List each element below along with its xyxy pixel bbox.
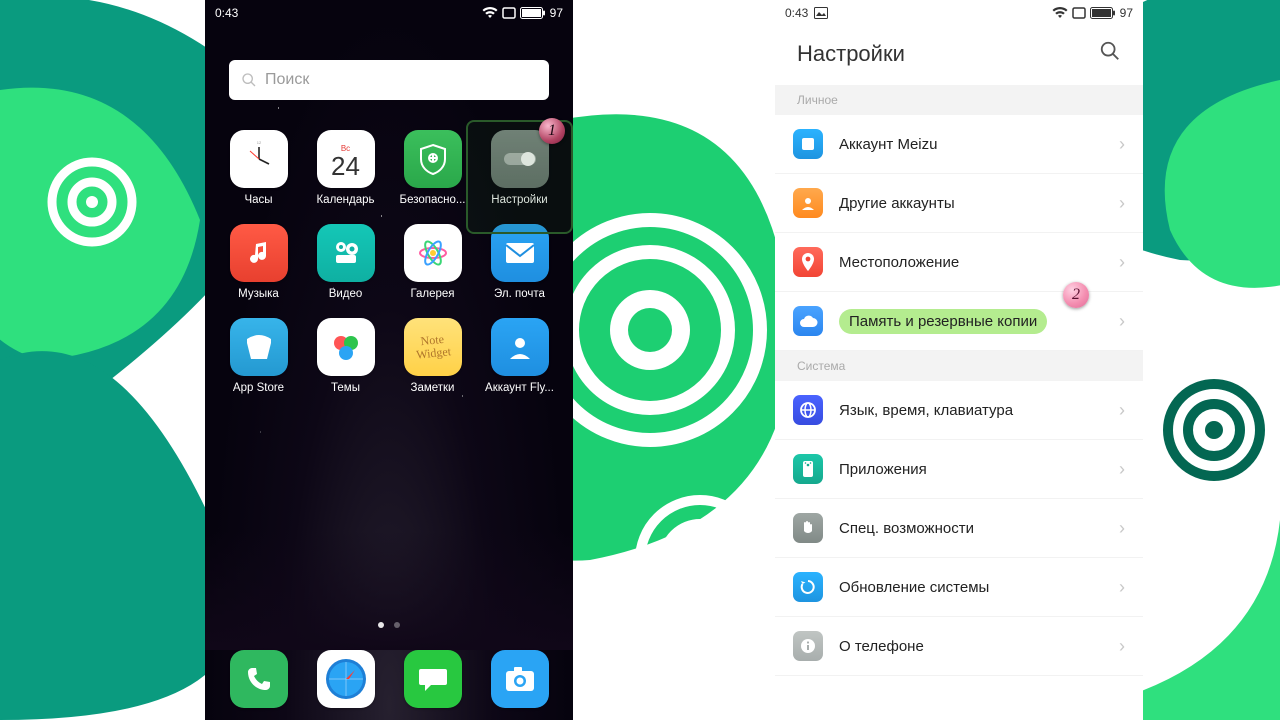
- cloud-icon: [793, 306, 823, 336]
- svg-text:12: 12: [256, 140, 261, 145]
- chevron-right-icon: ›: [1119, 577, 1125, 598]
- dock: [205, 650, 573, 708]
- app-settings[interactable]: Настройки 1: [476, 130, 563, 206]
- chevron-right-icon: ›: [1119, 636, 1125, 657]
- row-other-accounts[interactable]: Другие аккаунты ›: [775, 174, 1143, 233]
- clock-icon: 12: [230, 130, 288, 188]
- app-grid: 12 Часы Вс 24 Календарь Безопасно... Нас…: [205, 100, 573, 394]
- settings-header: Настройки: [775, 26, 1143, 85]
- status-bar: 0:43 97: [775, 0, 1143, 26]
- gallery-icon: [404, 224, 462, 282]
- phone-settings-screen: 0:43 97 Настройки Личное Аккаунт Meizu: [775, 0, 1143, 720]
- location-icon: [793, 247, 823, 277]
- app-gallery[interactable]: Галерея: [389, 224, 476, 300]
- row-storage-backup[interactable]: Память и резервные копии › 2: [775, 292, 1143, 351]
- notes-icon: Note Widget: [404, 318, 462, 376]
- wifi-icon: [1052, 7, 1068, 19]
- row-meizu-account[interactable]: Аккаунт Meizu ›: [775, 115, 1143, 174]
- status-time: 0:43: [215, 6, 238, 20]
- app-clock[interactable]: 12 Часы: [215, 130, 302, 206]
- chevron-right-icon: ›: [1119, 252, 1125, 273]
- globe-icon: [793, 395, 823, 425]
- dock-browser[interactable]: [317, 650, 375, 708]
- calendar-icon: Вс 24: [317, 130, 375, 188]
- chevron-right-icon: ›: [1119, 400, 1125, 421]
- wallpaper-mountains: [205, 530, 573, 650]
- app-notes[interactable]: Note Widget Заметки: [389, 318, 476, 394]
- account-icon: [793, 129, 823, 159]
- settings-title: Настройки: [797, 41, 905, 67]
- app-security[interactable]: Безопасно...: [389, 130, 476, 206]
- screenshot-icon: [814, 7, 828, 19]
- battery-icon: [1090, 7, 1116, 19]
- search-bar[interactable]: Поиск: [229, 60, 549, 100]
- section-personal: Личное: [775, 85, 1143, 115]
- settings-icon: [491, 130, 549, 188]
- annotation-badge-1: 1: [539, 118, 565, 144]
- search-icon: [241, 72, 257, 88]
- refresh-icon: [793, 572, 823, 602]
- hand-icon: [793, 513, 823, 543]
- info-icon: [793, 631, 823, 661]
- status-time: 0:43: [785, 6, 808, 20]
- sim-icon: [502, 7, 516, 19]
- dock-messages[interactable]: [404, 650, 462, 708]
- apps-icon: [793, 454, 823, 484]
- sim-icon: [1072, 7, 1086, 19]
- chevron-right-icon: ›: [1119, 518, 1125, 539]
- chevron-right-icon: ›: [1119, 459, 1125, 480]
- search-icon[interactable]: [1099, 40, 1121, 67]
- wifi-icon: [482, 7, 498, 19]
- chevron-right-icon: ›: [1119, 311, 1125, 332]
- status-battery: 97: [550, 6, 563, 20]
- section-system: Система: [775, 351, 1143, 381]
- status-bar: 0:43 97: [205, 0, 573, 26]
- appstore-icon: [230, 318, 288, 376]
- video-icon: [317, 224, 375, 282]
- row-about-phone[interactable]: О телефоне ›: [775, 617, 1143, 676]
- dock-camera[interactable]: [491, 650, 549, 708]
- shield-icon: [404, 130, 462, 188]
- annotation-badge-2: 2: [1063, 282, 1089, 308]
- users-icon: [793, 188, 823, 218]
- app-appstore[interactable]: App Store: [215, 318, 302, 394]
- row-location[interactable]: Местоположение ›: [775, 233, 1143, 292]
- app-video[interactable]: Видео: [302, 224, 389, 300]
- app-music[interactable]: Музыка: [215, 224, 302, 300]
- account-icon: [491, 318, 549, 376]
- app-calendar[interactable]: Вс 24 Календарь: [302, 130, 389, 206]
- app-themes[interactable]: Темы: [302, 318, 389, 394]
- row-label-highlighted: Память и резервные копии: [839, 309, 1047, 334]
- music-icon: [230, 224, 288, 282]
- row-system-update[interactable]: Обновление системы ›: [775, 558, 1143, 617]
- themes-icon: [317, 318, 375, 376]
- search-placeholder: Поиск: [265, 71, 309, 89]
- chevron-right-icon: ›: [1119, 193, 1125, 214]
- status-battery: 97: [1120, 6, 1133, 20]
- phone-home-screen: 0:43 97 Поиск 12 Часы Вс: [205, 0, 573, 720]
- page-indicator: [205, 622, 573, 628]
- app-account[interactable]: Аккаунт Fly...: [476, 318, 563, 394]
- row-apps[interactable]: Приложения ›: [775, 440, 1143, 499]
- row-language[interactable]: Язык, время, клавиатура ›: [775, 381, 1143, 440]
- app-email[interactable]: Эл. почта: [476, 224, 563, 300]
- dock-phone[interactable]: [230, 650, 288, 708]
- row-accessibility[interactable]: Спец. возможности ›: [775, 499, 1143, 558]
- battery-icon: [520, 7, 546, 19]
- chevron-right-icon: ›: [1119, 134, 1125, 155]
